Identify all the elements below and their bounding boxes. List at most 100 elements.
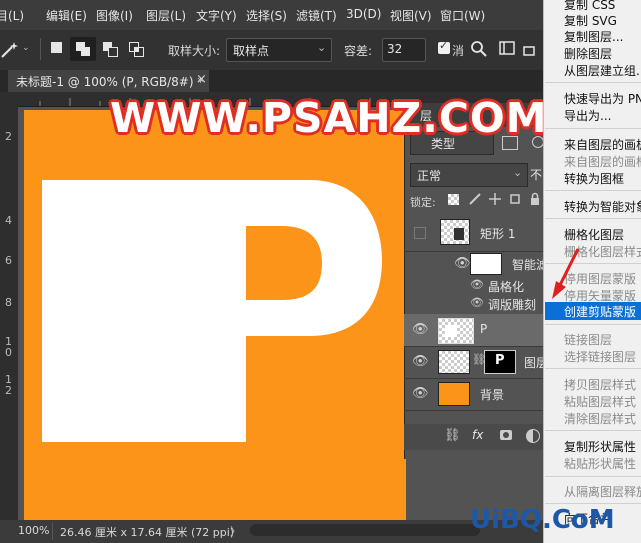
layer-thumbnail xyxy=(438,382,470,406)
menu-item-filter[interactable]: 滤镜(T) xyxy=(296,7,337,24)
ruler-number: 2 xyxy=(5,130,12,143)
new-selection-icon[interactable] xyxy=(51,42,62,53)
layers-footer: ⛓ fx xyxy=(404,424,544,450)
magic-wand-tool-icon[interactable] xyxy=(0,39,22,59)
fx-icon[interactable]: fx xyxy=(472,428,483,442)
document-tab[interactable]: 未标题-1 @ 100% (P, RGB/8#) * × xyxy=(8,70,209,92)
status-arrow-icon[interactable]: 〉 xyxy=(230,523,241,539)
layer-name: 背景 xyxy=(480,388,505,402)
document-tab-title: 未标题-1 @ 100% (P, RGB/8#) * xyxy=(16,75,204,89)
layer-thumbnail xyxy=(440,219,470,245)
subtract-from-selection-icon[interactable] xyxy=(102,40,120,58)
menu-copy-svg[interactable]: 复制 SVG xyxy=(564,12,617,29)
menu-separator xyxy=(545,218,641,219)
menu-item-edit[interactable]: 编辑(E) xyxy=(46,7,87,24)
menu-export-as[interactable]: 导出为... xyxy=(564,107,611,124)
menu-convert-to-frame[interactable]: 转换为图框 xyxy=(564,170,624,187)
menu-duplicate-layer[interactable]: 复制图层... xyxy=(564,28,623,45)
filter-name: 晶格化 xyxy=(488,280,525,294)
red-arrow-annotation xyxy=(552,248,580,299)
menu-item-file[interactable]: 目(L) xyxy=(0,7,24,24)
intersect-selection-icon[interactable] xyxy=(128,40,146,58)
mask-icon[interactable] xyxy=(500,430,512,440)
menu-item-view[interactable]: 视图(V) xyxy=(390,7,432,24)
menu-separator xyxy=(545,476,641,477)
menu-item-type[interactable]: 文字(Y) xyxy=(196,7,237,24)
eye-icon[interactable]: 👁 xyxy=(412,386,429,401)
close-icon[interactable]: × xyxy=(196,72,207,87)
horizontal-scrollbar[interactable] xyxy=(250,524,480,536)
menu-item-select[interactable]: 选择(S) xyxy=(246,7,287,24)
chevron-down-icon: ⌄ xyxy=(513,166,523,179)
menu-copy-layer-style: 拷贝图层样式 xyxy=(564,378,637,392)
eye-icon[interactable]: 👁 xyxy=(470,296,484,309)
smart-filters-row[interactable]: 👁 智能滤 xyxy=(404,252,548,276)
eye-icon[interactable]: 👁 xyxy=(412,354,429,369)
ruler-number: 1 2 xyxy=(5,373,12,397)
sample-size-select[interactable]: 取样点 ⌄ xyxy=(226,38,332,62)
tool-preset-chevron-icon[interactable]: ⌄ xyxy=(22,43,30,53)
menu-rasterize-layer[interactable]: 栅格化图层 xyxy=(564,226,624,243)
lock-transparent-icon[interactable] xyxy=(448,194,459,205)
menu-convert-smart-object[interactable]: 转换为智能对象 xyxy=(564,198,641,215)
ruler-number: 4 xyxy=(5,214,12,227)
adjustment-icon[interactable] xyxy=(526,429,540,443)
menu-item-layer[interactable]: 图层(L) xyxy=(146,7,186,24)
visibility-toggle[interactable] xyxy=(414,227,426,239)
site-watermark: WWW.PSAHZ.COM xyxy=(110,94,548,142)
menu-artboard-from-layers[interactable]: 来自图层的画板 xyxy=(564,136,641,153)
menu-paste-shape-attributes: 粘贴形状属性 xyxy=(564,457,637,471)
layer-row[interactable]: 👁 ⛓ P 图层 xyxy=(404,346,548,379)
menu-item-3d[interactable]: 3D(D) xyxy=(346,7,381,21)
layer-thumbnail xyxy=(438,318,474,344)
layer-row[interactable]: 矩形 1 xyxy=(404,215,544,252)
menu-item-window[interactable]: 窗口(W) xyxy=(440,7,485,24)
menu-delete-layer[interactable]: 删除图层 xyxy=(564,45,612,62)
share-icon[interactable] xyxy=(522,42,540,56)
layer-name: P xyxy=(480,322,488,336)
tolerance-label: 容差: xyxy=(344,44,373,58)
anti-alias-checkbox[interactable]: ✓ xyxy=(438,39,450,54)
blend-mode-select[interactable]: 正常 ⌄ xyxy=(410,163,528,187)
lock-label: 锁定: xyxy=(410,196,436,209)
menu-quick-export[interactable]: 快速导出为 PN xyxy=(564,90,641,107)
menu-copy-shape-attributes[interactable]: 复制形状属性 xyxy=(564,438,636,455)
menu-separator xyxy=(545,128,641,129)
tolerance-input[interactable]: 32 xyxy=(382,38,426,62)
layer-row-selected[interactable]: 👁 P xyxy=(404,314,544,347)
sample-size-value: 取样点 xyxy=(233,44,270,58)
add-to-selection-button[interactable] xyxy=(70,37,96,61)
layer-row[interactable]: 👁 背景 xyxy=(404,378,544,411)
lock-all-icon[interactable] xyxy=(528,192,542,206)
menu-item-image[interactable]: 图像(I) xyxy=(96,7,133,24)
filter-mask-thumbnail xyxy=(470,253,502,275)
anti-alias-label: 消 xyxy=(452,44,465,58)
eye-icon[interactable]: 👁 xyxy=(412,322,429,337)
uibq-watermark: UiBQ.CoM xyxy=(470,505,615,535)
menu-create-clipping-mask[interactable]: 创建剪贴蒙版 xyxy=(564,303,636,320)
menu-separator xyxy=(545,82,641,83)
layer-name: 矩形 1 xyxy=(480,227,516,241)
eye-icon[interactable]: 👁 xyxy=(454,256,471,271)
vertical-ruler: 2 4 6 8 1 0 1 2 xyxy=(0,106,18,520)
search-icon[interactable] xyxy=(470,40,488,58)
lock-artboard-icon[interactable] xyxy=(508,192,522,206)
filter-row[interactable]: 👁 调版雕刻 xyxy=(404,295,544,313)
blend-mode-value: 正常 xyxy=(417,169,442,183)
menu-release-from-isolation: 从隔离图层释放 xyxy=(564,485,641,499)
workspace-icon[interactable] xyxy=(498,40,518,58)
eye-icon[interactable]: 👁 xyxy=(470,278,484,291)
zoom-level[interactable]: 100% xyxy=(18,524,49,537)
document-info: 26.46 厘米 x 17.64 厘米 (72 ppi) xyxy=(60,526,235,539)
link-icon[interactable]: ⛓ xyxy=(444,428,461,443)
menu-clear-layer-style: 清除图层样式 xyxy=(564,412,637,426)
menu-separator xyxy=(545,324,641,325)
menu-select-linked-layers: 选择链接图层 xyxy=(564,350,637,364)
divider xyxy=(40,38,41,60)
menu-group-from-layers[interactable]: 从图层建立组... xyxy=(564,62,641,79)
filter-name: 调版雕刻 xyxy=(488,298,537,312)
menu-frame-from-layers: 来自图层的画框 xyxy=(564,155,641,169)
lock-paint-icon[interactable] xyxy=(468,192,482,206)
filter-row[interactable]: 👁 晶格化 xyxy=(404,277,544,295)
lock-move-icon[interactable] xyxy=(488,192,502,206)
